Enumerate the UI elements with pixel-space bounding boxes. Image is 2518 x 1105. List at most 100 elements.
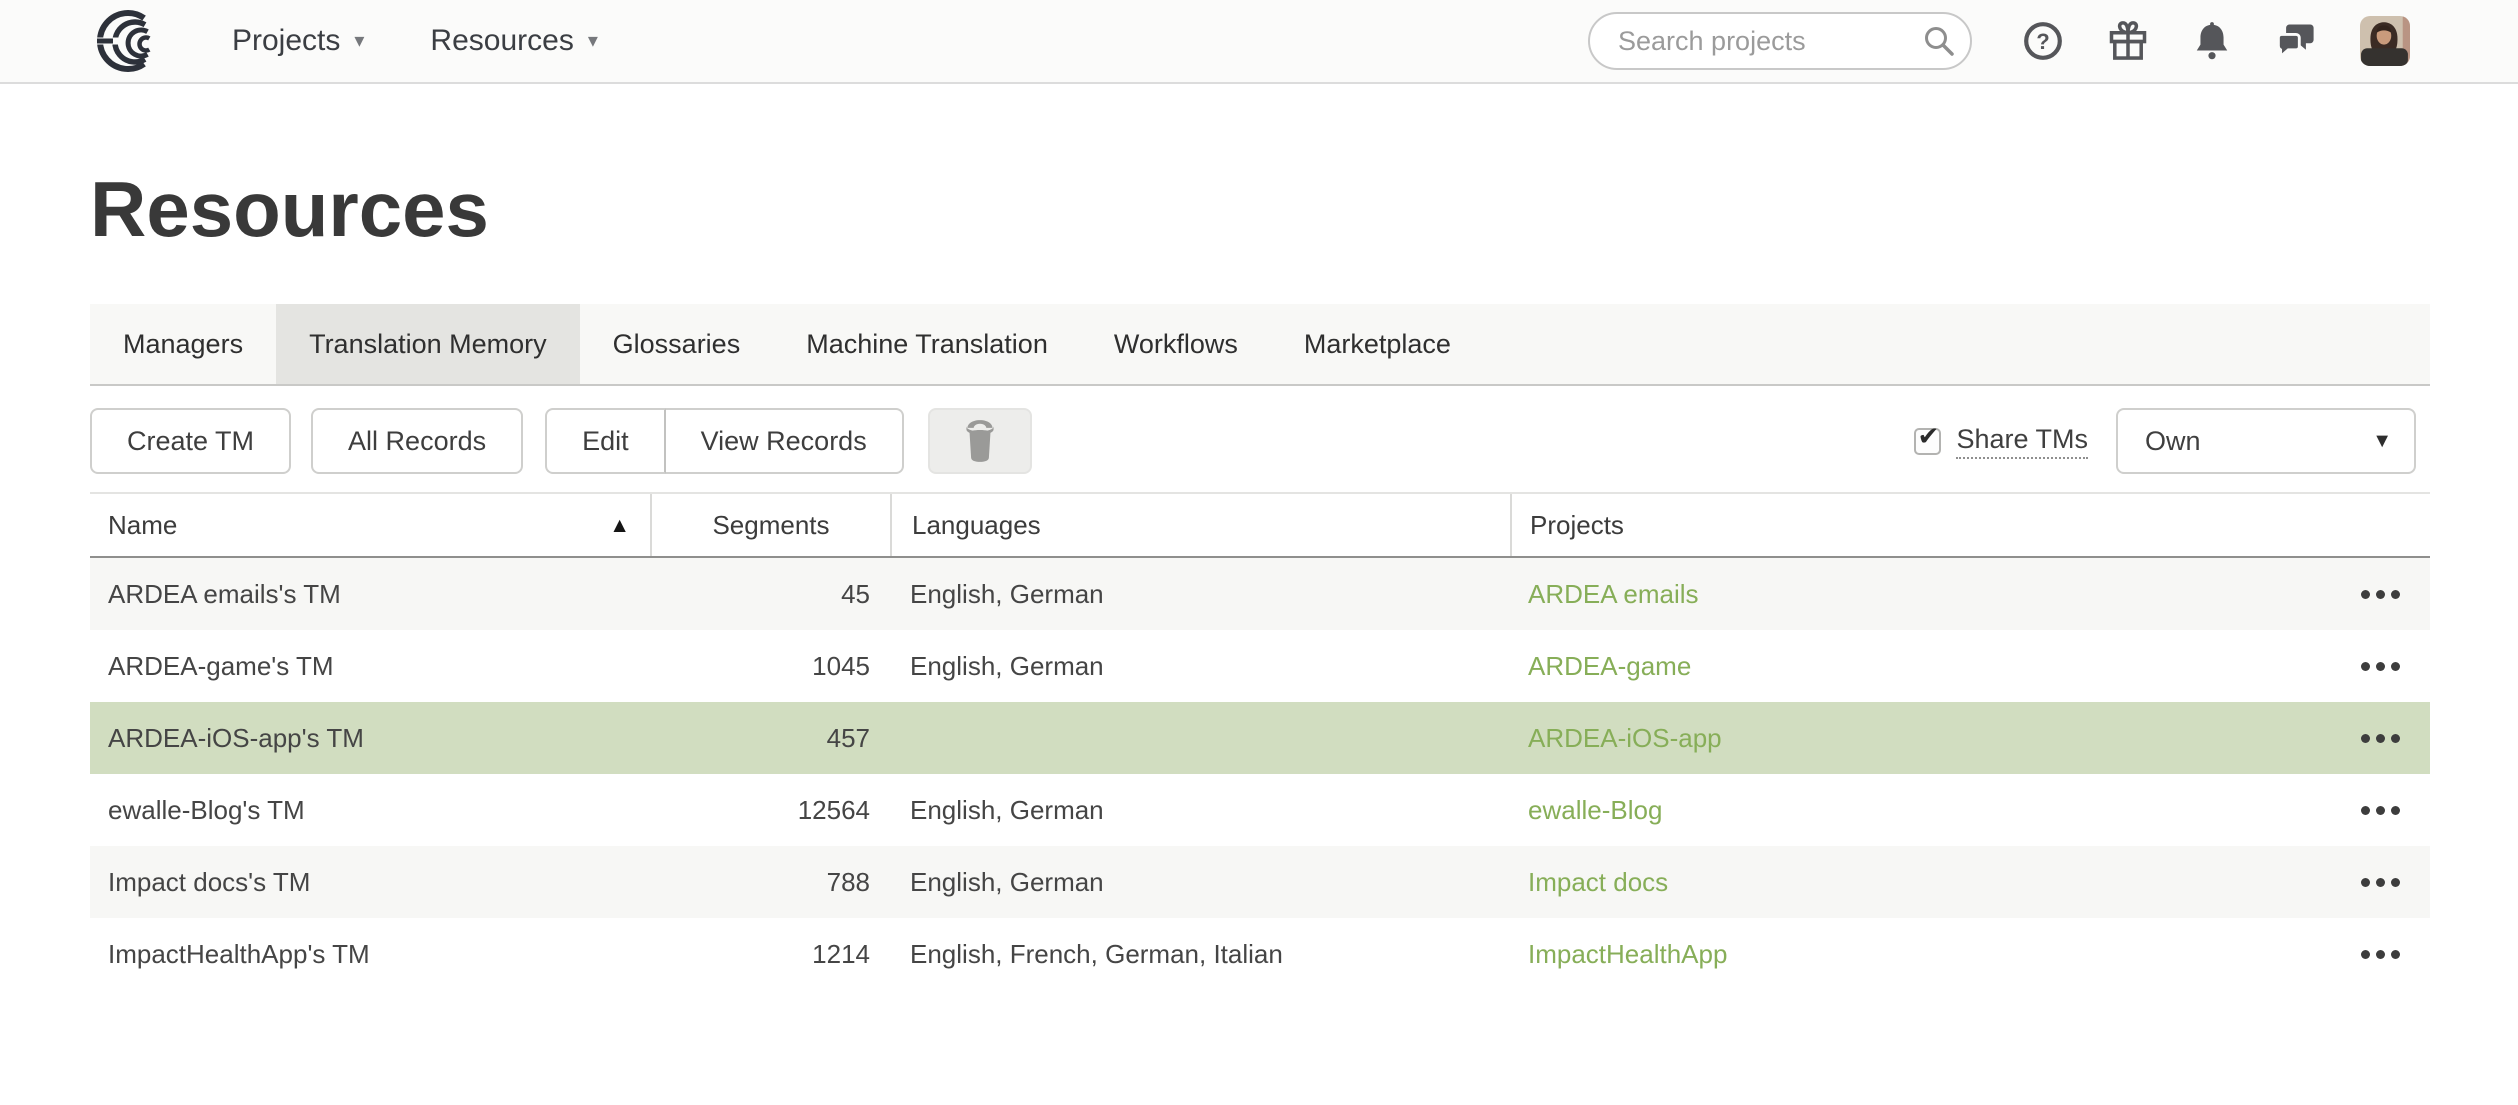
column-label-projects: Projects <box>1530 510 1624 541</box>
page-title: Resources <box>90 170 2430 248</box>
project-search <box>1588 12 1972 70</box>
column-label-languages: Languages <box>912 510 1041 541</box>
nav-menu-resources-label: Resources <box>430 24 573 58</box>
records-button-group: Edit View Records <box>545 408 904 474</box>
tm-segments: 45 <box>650 579 890 610</box>
all-records-button[interactable]: All Records <box>311 408 523 474</box>
row-menu-button[interactable] <box>2353 870 2408 895</box>
nav-menu-resources[interactable]: Resources ▾ <box>430 24 597 58</box>
tm-segments: 1045 <box>650 651 890 682</box>
column-header-projects[interactable]: Projects <box>1510 494 2430 556</box>
nav-menu-projects-label: Projects <box>232 24 340 58</box>
table-row[interactable]: ImpactHealthApp's TM 1214 English, Frenc… <box>90 918 2430 990</box>
project-link[interactable]: ARDEA emails <box>1528 579 1699 609</box>
row-menu-button[interactable] <box>2353 798 2408 823</box>
table-body: ARDEA emails's TM 45 English, German ARD… <box>90 558 2430 990</box>
tm-projects-cell: Impact docs <box>1510 867 2330 898</box>
search-input[interactable] <box>1588 12 1972 70</box>
create-tm-button[interactable]: Create TM <box>90 408 291 474</box>
table-row[interactable]: ARDEA-game's TM 1045 English, German ARD… <box>90 630 2430 702</box>
table-row[interactable]: ewalle-Blog's TM 12564 English, German e… <box>90 774 2430 846</box>
row-menu-button[interactable] <box>2353 726 2408 751</box>
table-row[interactable]: ARDEA emails's TM 45 English, German ARD… <box>90 558 2430 630</box>
chevron-down-icon: ▾ <box>354 31 364 51</box>
project-link[interactable]: Impact docs <box>1528 867 1668 897</box>
tm-scope-select[interactable]: Own ▼ <box>2116 408 2416 474</box>
tm-languages: English, German <box>890 651 1510 682</box>
sort-asc-icon: ▲ <box>609 515 630 536</box>
row-menu-button[interactable] <box>2353 582 2408 607</box>
tm-actions-cell <box>2330 654 2430 679</box>
edit-button[interactable]: Edit <box>545 408 666 474</box>
tm-actions-cell <box>2330 582 2430 607</box>
tm-name: ARDEA-iOS-app's TM <box>90 723 650 754</box>
column-label-name: Name <box>108 510 177 541</box>
tm-segments: 1214 <box>650 939 890 970</box>
share-tms-toggle[interactable]: ✔ Share TMs <box>1914 424 2088 459</box>
row-menu-button[interactable] <box>2353 654 2408 679</box>
svg-text:?: ? <box>2036 29 2049 54</box>
avatar[interactable] <box>2360 16 2410 66</box>
main-menu: Projects ▾ Resources ▾ <box>232 24 598 58</box>
tab-workflows[interactable]: Workflows <box>1081 304 1271 384</box>
tm-languages: English, German <box>890 867 1510 898</box>
tm-projects-cell: ARDEA-iOS-app <box>1510 723 2330 754</box>
gift-icon[interactable] <box>2106 19 2150 63</box>
brand-logo[interactable] <box>92 6 178 76</box>
table-row[interactable]: Impact docs's TM 788 English, German Imp… <box>90 846 2430 918</box>
tm-segments: 788 <box>650 867 890 898</box>
project-link[interactable]: ewalle-Blog <box>1528 795 1662 825</box>
tm-projects-cell: ARDEA emails <box>1510 579 2330 610</box>
logo-icon <box>92 7 174 75</box>
project-link[interactable]: ARDEA-iOS-app <box>1528 723 1722 753</box>
project-link[interactable]: ARDEA-game <box>1528 651 1691 681</box>
chat-icon[interactable] <box>2274 19 2318 63</box>
table-row[interactable]: ARDEA-iOS-app's TM 457 ARDEA-iOS-app <box>90 702 2430 774</box>
tab-translation-memory[interactable]: Translation Memory <box>276 304 580 384</box>
share-tms-label: Share TMs <box>1956 424 2088 459</box>
column-header-segments[interactable]: Segments <box>650 494 890 556</box>
toolbar-filters: ✔ Share TMs Own ▼ <box>1914 408 2430 474</box>
search-icon[interactable] <box>1922 24 1956 58</box>
nav-menu-projects[interactable]: Projects ▾ <box>232 24 364 58</box>
tm-languages: English, German <box>890 795 1510 826</box>
tm-actions-cell <box>2330 798 2430 823</box>
tm-table: Name ▲ Segments Languages Projects ARDEA… <box>90 492 2430 990</box>
tm-segments: 12564 <box>650 795 890 826</box>
nav-actions: ? <box>1588 12 2410 70</box>
tab-marketplace[interactable]: Marketplace <box>1271 304 1484 384</box>
tm-name: ARDEA emails's TM <box>90 579 650 610</box>
tm-segments: 457 <box>650 723 890 754</box>
share-tms-checkbox[interactable]: ✔ <box>1914 428 1941 455</box>
trash-icon <box>961 418 999 464</box>
project-link[interactable]: ImpactHealthApp <box>1528 939 1727 969</box>
tm-name: ImpactHealthApp's TM <box>90 939 650 970</box>
tm-scope-selected-value: Own <box>2145 426 2201 457</box>
column-header-languages[interactable]: Languages <box>890 494 1510 556</box>
page-content: Resources ManagersTranslation MemoryGlos… <box>0 170 2430 990</box>
top-nav: Projects ▾ Resources ▾ ? <box>0 0 2518 84</box>
help-icon[interactable]: ? <box>2022 20 2064 62</box>
column-label-segments: Segments <box>712 510 829 541</box>
tab-glossaries[interactable]: Glossaries <box>580 304 774 384</box>
table-header: Name ▲ Segments Languages Projects <box>90 492 2430 558</box>
bell-icon[interactable] <box>2192 20 2232 62</box>
tm-projects-cell: ImpactHealthApp <box>1510 939 2330 970</box>
tm-projects-cell: ewalle-Blog <box>1510 795 2330 826</box>
tm-actions-cell <box>2330 726 2430 751</box>
tm-actions-cell <box>2330 870 2430 895</box>
delete-tm-button[interactable] <box>928 408 1032 474</box>
view-records-button[interactable]: View Records <box>666 408 904 474</box>
column-header-name[interactable]: Name ▲ <box>90 494 650 556</box>
select-arrow-icon: ▼ <box>2372 430 2392 453</box>
row-menu-button[interactable] <box>2353 942 2408 967</box>
tm-actions-cell <box>2330 942 2430 967</box>
resource-tabs: ManagersTranslation MemoryGlossariesMach… <box>90 304 2430 386</box>
tab-managers[interactable]: Managers <box>90 304 276 384</box>
tm-name: ewalle-Blog's TM <box>90 795 650 826</box>
chevron-down-icon: ▾ <box>588 31 598 51</box>
tm-languages: English, German <box>890 579 1510 610</box>
tm-name: ARDEA-game's TM <box>90 651 650 682</box>
tab-machine-translation[interactable]: Machine Translation <box>773 304 1081 384</box>
tm-projects-cell: ARDEA-game <box>1510 651 2330 682</box>
